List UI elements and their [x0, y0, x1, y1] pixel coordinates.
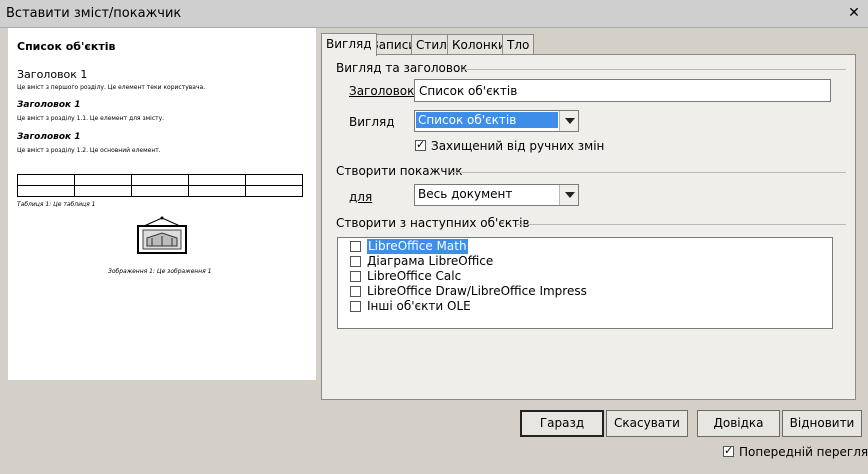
- preview-image-caption: Зображення 1: Це зображення 1: [108, 268, 212, 275]
- title-bar: Вставити зміст/покажчик ✕: [0, 0, 868, 28]
- list-item-label: Інші об'єкти OLE: [367, 299, 471, 313]
- preview-table: [17, 174, 303, 197]
- preview-pane: Список об'єктів Заголовок 1 Це вміст з п…: [8, 28, 316, 380]
- preview-heading-1-2: Заголовок 1: [17, 132, 81, 142]
- close-icon[interactable]: ✕: [846, 5, 862, 21]
- type-label: Вигляд: [349, 115, 395, 129]
- cancel-button[interactable]: Скасувати: [606, 410, 688, 437]
- picture-frame-icon: [137, 216, 187, 254]
- object-checkbox[interactable]: [350, 241, 361, 252]
- protected-checkbox[interactable]: [415, 138, 426, 151]
- object-checkbox[interactable]: [350, 286, 361, 297]
- section-title-view: Вигляд та заголовок: [336, 61, 468, 75]
- object-list: LibreOffice Math Діаграма LibreOffice Li…: [337, 237, 833, 329]
- preview-toggle-label: Попередній перегляд: [739, 445, 868, 459]
- section-title-create-index: Створити покажчик: [336, 164, 463, 178]
- preview-title: Список об'єктів: [17, 40, 116, 53]
- scope-select[interactable]: Весь документ: [414, 184, 579, 206]
- preview-heading-1: Заголовок 1: [17, 68, 88, 81]
- type-select[interactable]: Список об'єктів: [414, 110, 579, 132]
- protected-label: Захищений від ручних змін: [431, 139, 605, 153]
- dialog-body: Список об'єктів Заголовок 1 Це вміст з п…: [0, 28, 868, 474]
- chevron-down-icon[interactable]: [559, 111, 578, 131]
- object-checkbox[interactable]: [350, 271, 361, 282]
- divider: [452, 172, 846, 173]
- window-title: Вставити зміст/покажчик: [6, 6, 182, 21]
- list-item-label: LibreOffice Math: [367, 239, 468, 254]
- preview-text-1-2: Це вміст з розділу 1.2. Це основний елем…: [17, 147, 161, 154]
- tab-view[interactable]: Вигляд: [321, 33, 377, 56]
- ok-button[interactable]: Гаразд: [520, 410, 604, 437]
- preview-checkbox[interactable]: [723, 444, 734, 457]
- tab-background[interactable]: Тло: [502, 34, 535, 55]
- title-input[interactable]: [414, 79, 831, 102]
- preview-text-1: Це вміст з першого розділу. Це елемент т…: [17, 84, 206, 91]
- list-item-label: Діаграма LibreOffice: [367, 254, 494, 268]
- title-label: Заголовок: [349, 84, 415, 98]
- preview-heading-1-1: Заголовок 1: [17, 100, 81, 110]
- list-item-label: LibreOffice Calc: [367, 269, 462, 283]
- reset-button[interactable]: Відновити: [782, 410, 862, 437]
- preview-table-caption: Таблиця 1: Це таблиця 1: [17, 201, 96, 208]
- section-title-create-from: Створити з наступних об'єктів: [336, 216, 530, 230]
- help-button[interactable]: Довідка: [697, 410, 780, 437]
- divider: [516, 224, 846, 225]
- chevron-down-icon[interactable]: [559, 185, 578, 205]
- object-checkbox[interactable]: [350, 301, 361, 312]
- object-checkbox[interactable]: [350, 256, 361, 267]
- type-select-value: Список об'єктів: [416, 112, 558, 128]
- divider: [462, 69, 846, 70]
- scope-select-value: Весь документ: [418, 187, 513, 201]
- list-item-label: LibreOffice Draw/LibreOffice Impress: [367, 284, 587, 298]
- for-label: для: [349, 190, 373, 204]
- preview-text-1-1: Це вміст з розділу 1.1. Це елемент для з…: [17, 115, 165, 122]
